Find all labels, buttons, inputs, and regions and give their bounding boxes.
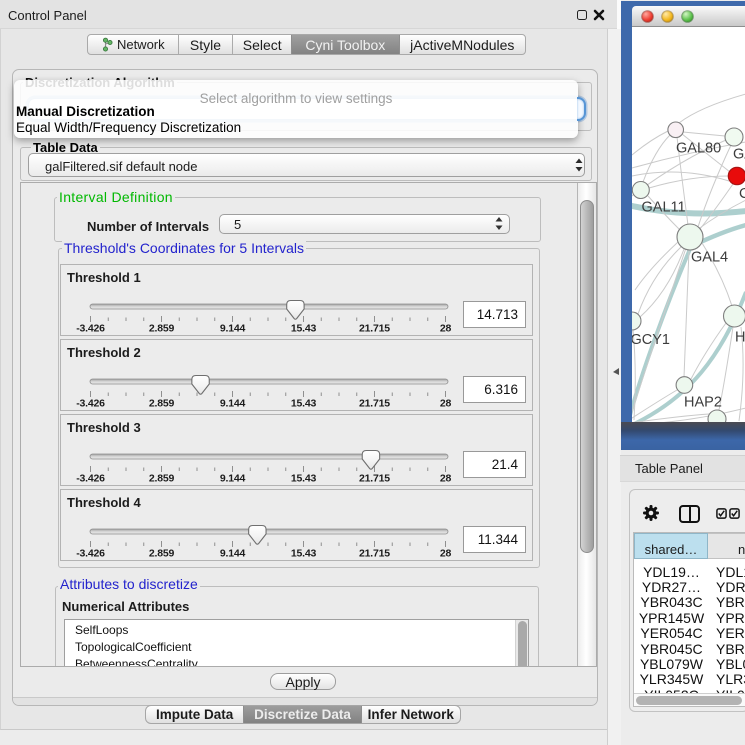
svg-text:GA: GA	[733, 147, 745, 163]
svg-text:15.43: 15.43	[291, 323, 317, 335]
svg-text:C: C	[739, 186, 745, 202]
svg-text:GAL4: GAL4	[691, 250, 728, 266]
svg-text:-3.426: -3.426	[76, 548, 105, 560]
svg-text:9.144: 9.144	[220, 323, 246, 335]
svg-text:15.43: 15.43	[291, 548, 317, 560]
svg-text:2.859: 2.859	[149, 548, 175, 560]
svg-text:GAL80: GAL80	[676, 141, 721, 157]
svg-text:2.859: 2.859	[149, 473, 175, 485]
svg-text:28: 28	[440, 473, 452, 485]
svg-text:21.715: 21.715	[359, 548, 390, 560]
svg-text:9.144: 9.144	[220, 398, 246, 410]
svg-text:15.43: 15.43	[291, 473, 317, 485]
svg-text:2.859: 2.859	[149, 323, 175, 335]
svg-text:HAP2: HAP2	[684, 395, 722, 411]
svg-text:28: 28	[440, 398, 452, 410]
svg-text:21.715: 21.715	[359, 323, 390, 335]
svg-text:-3.426: -3.426	[76, 323, 105, 335]
svg-text:9.144: 9.144	[220, 473, 246, 485]
svg-text:28: 28	[440, 548, 452, 560]
svg-text:H: H	[735, 330, 745, 346]
svg-text:9.144: 9.144	[220, 548, 246, 560]
svg-text:28: 28	[440, 323, 452, 335]
svg-text:21.715: 21.715	[359, 398, 390, 410]
svg-text:GCY1: GCY1	[632, 332, 670, 348]
svg-text:GAL11: GAL11	[642, 200, 686, 216]
svg-text:21.715: 21.715	[359, 473, 390, 485]
svg-text:15.43: 15.43	[291, 398, 317, 410]
svg-text:-3.426: -3.426	[76, 473, 105, 485]
svg-text:2.859: 2.859	[149, 398, 175, 410]
svg-text:-3.426: -3.426	[76, 398, 105, 410]
